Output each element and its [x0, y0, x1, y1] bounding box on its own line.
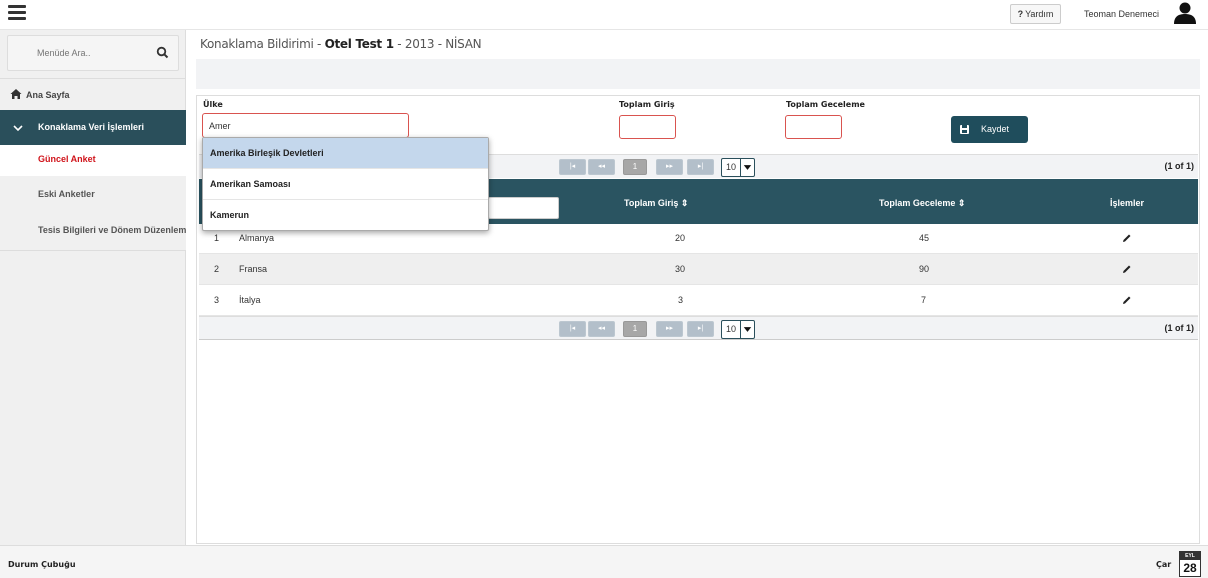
menu-search-input[interactable]: [8, 36, 148, 70]
first-page-button[interactable]: |◂: [559, 159, 586, 175]
sidebar: Ana Sayfa Konaklama Veri İşlemleri Günce…: [0, 30, 186, 545]
country-autocomplete-list: Amerika Birleşik Devletleri Amerikan Sam…: [202, 137, 489, 231]
row-nights: 7: [921, 295, 927, 305]
search-icon[interactable]: [156, 46, 170, 60]
save-button[interactable]: Kaydet: [951, 116, 1028, 143]
save-icon: [960, 125, 969, 134]
row-country: Almanya: [239, 233, 275, 243]
row-entries: 30: [675, 264, 686, 274]
row-number: 2: [214, 264, 220, 274]
home-icon: [10, 89, 22, 99]
top-bar: ? Yardım Teoman Denemeci: [0, 0, 1208, 30]
title-suffix: - 2013 - NİSAN: [393, 37, 482, 51]
total-entries-input[interactable]: [619, 115, 676, 139]
next-page-button[interactable]: ▸▸: [656, 321, 683, 337]
page-title: Konaklama Bildirimi - Otel Test 1 - 2013…: [200, 37, 482, 51]
title-hotel: Otel Test 1: [324, 37, 395, 51]
help-label: Yardım: [1025, 9, 1054, 19]
last-page-button[interactable]: ▸|: [687, 321, 714, 337]
row-nights: 45: [919, 233, 930, 243]
option-label: Amerikan Samoası: [210, 179, 291, 189]
column-label: Toplam Giriş: [624, 198, 679, 208]
row-nights: 90: [919, 264, 930, 274]
sidebar-item-label: Ana Sayfa: [26, 90, 70, 100]
last-page-button[interactable]: ▸|: [687, 159, 714, 175]
table-row: 2 Fransa 30 90: [199, 254, 1198, 285]
column-label: Toplam Geceleme: [879, 198, 956, 208]
country-filter-input[interactable]: [488, 197, 559, 219]
sidebar-search: [7, 35, 179, 71]
sidebar-subitem-label: Eski Anketler: [38, 189, 95, 199]
total-entries-label: Toplam Giriş: [619, 100, 675, 109]
sidebar-subitem-guncel-anket[interactable]: Güncel Anket: [0, 145, 186, 176]
option-label: Amerika Birleşik Devletleri: [210, 148, 324, 158]
chevron-down-icon: [13, 125, 23, 132]
row-number: 1: [214, 233, 220, 243]
sidebar-subitem-eski-anketler[interactable]: Eski Anketler: [0, 176, 186, 211]
page-number-button[interactable]: 1: [623, 321, 647, 337]
row-number: 3: [214, 295, 220, 305]
user-icon[interactable]: [1173, 2, 1197, 24]
sidebar-subitem-label: Güncel Anket: [38, 154, 96, 164]
page-count: (1 of 1): [1164, 161, 1194, 171]
prev-page-button[interactable]: ◂◂: [588, 321, 615, 337]
pencil-icon[interactable]: [1122, 295, 1132, 305]
page-size-value: 10: [726, 324, 737, 334]
pencil-icon[interactable]: [1122, 233, 1132, 243]
next-page-button[interactable]: ▸▸: [656, 159, 683, 175]
title-strip: [196, 59, 1200, 89]
sidebar-subitem-tesis-bilgileri[interactable]: Tesis Bilgileri ve Dönem Düzenleme: [0, 211, 186, 251]
caret-down-icon: [740, 321, 752, 338]
page-size-select[interactable]: 10: [721, 158, 755, 177]
paginator-bottom: |◂ ◂◂ 1 ▸▸ ▸| 10 (1 of 1): [199, 316, 1198, 340]
pencil-icon[interactable]: [1122, 264, 1132, 274]
page-count: (1 of 1): [1164, 323, 1194, 333]
sidebar-item-label: Konaklama Veri İşlemleri: [38, 122, 145, 132]
option-label: Kamerun: [210, 210, 250, 220]
calendar-month: EYL: [1180, 552, 1200, 560]
caret-down-icon: [740, 159, 752, 176]
row-entries: 20: [675, 233, 686, 243]
sort-icon: ⇕: [957, 198, 966, 208]
calendar-day: 28: [1183, 561, 1197, 575]
autocomplete-option[interactable]: Amerikan Samoası: [203, 169, 488, 200]
row-entries: 3: [678, 295, 684, 305]
page-size-select[interactable]: 10: [721, 320, 755, 339]
country-label: Ülke: [203, 100, 223, 109]
title-prefix: Konaklama Bildirimi -: [200, 37, 325, 51]
prev-page-button[interactable]: ◂◂: [588, 159, 615, 175]
sidebar-item-konaklama[interactable]: Konaklama Veri İşlemleri: [0, 110, 186, 145]
sidebar-item-home[interactable]: Ana Sayfa: [0, 78, 186, 110]
first-page-button[interactable]: |◂: [559, 321, 586, 337]
help-button[interactable]: ? Yardım: [1010, 4, 1061, 24]
save-label: Kaydet: [981, 124, 1010, 134]
user-name[interactable]: Teoman Denemeci: [1084, 9, 1159, 19]
status-bar-label: Durum Çubuğu: [8, 560, 76, 569]
hamburger-menu-icon[interactable]: [8, 5, 26, 21]
page-size-value: 10: [726, 162, 737, 172]
help-mark: ?: [1017, 9, 1024, 19]
day-name: Çar: [1156, 560, 1172, 569]
total-nights-input[interactable]: [785, 115, 842, 139]
sidebar-subitem-label: Tesis Bilgileri ve Dönem Düzenleme: [38, 225, 186, 235]
page-number-button[interactable]: 1: [623, 159, 647, 175]
column-total-nights[interactable]: Toplam Geceleme ⇕: [879, 198, 965, 209]
autocomplete-option[interactable]: Kamerun: [203, 200, 488, 231]
status-bar: Durum Çubuğu Çar EYL 28: [0, 545, 1208, 578]
autocomplete-option[interactable]: Amerika Birleşik Devletleri: [203, 138, 488, 169]
country-input[interactable]: [202, 113, 409, 138]
column-actions: İşlemler: [1110, 198, 1145, 208]
calendar-icon[interactable]: EYL 28: [1179, 551, 1201, 577]
table-row: 3 İtalya 3 7: [199, 285, 1198, 316]
sort-icon: ⇕: [680, 198, 689, 208]
column-total-entries[interactable]: Toplam Giriş ⇕: [624, 198, 688, 209]
row-country: İtalya: [239, 295, 261, 305]
total-nights-label: Toplam Geceleme: [786, 100, 865, 109]
row-country: Fransa: [239, 264, 268, 274]
